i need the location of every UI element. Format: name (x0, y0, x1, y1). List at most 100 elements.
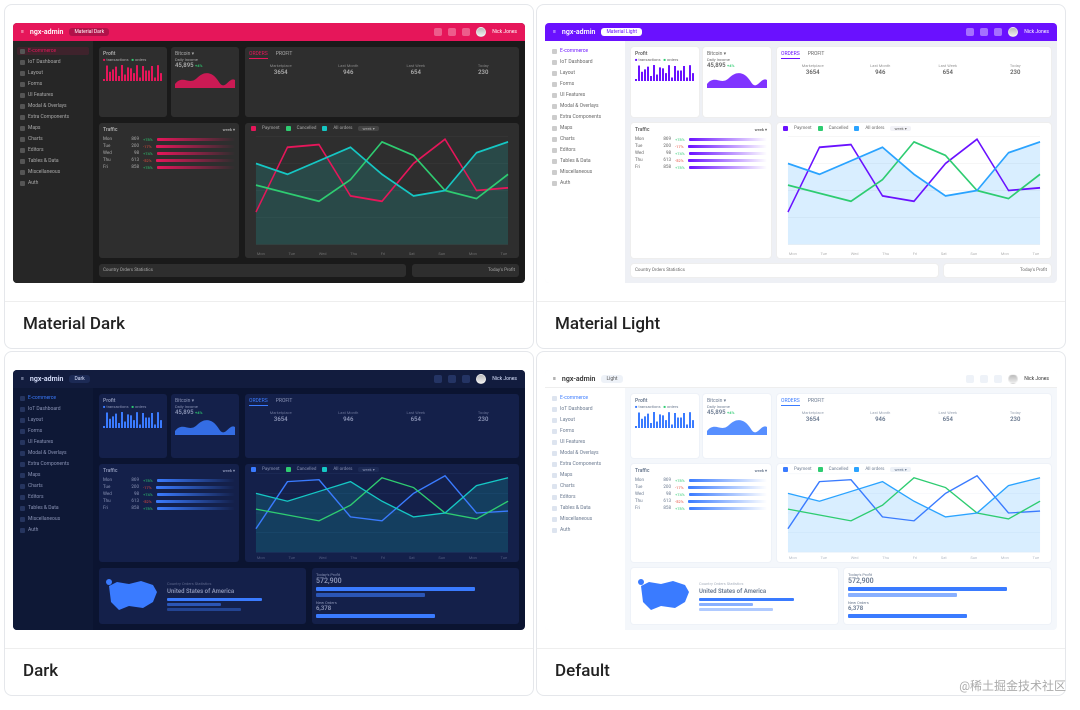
sidebar-item[interactable]: Layout (549, 69, 621, 77)
sidebar-item[interactable]: E-commerce (17, 394, 89, 402)
sidebar-item[interactable]: Charts (549, 135, 621, 143)
profit-panel: Profit ■ transactions ■ orders (99, 394, 167, 458)
avatar[interactable] (1008, 374, 1018, 384)
search-icon[interactable] (434, 28, 442, 36)
tab-orders[interactable]: ORDERS (781, 398, 800, 406)
topbar: ≡ ngx-admin Light Nick Jones (545, 370, 1057, 388)
mail-icon[interactable] (448, 28, 456, 36)
menu-icon[interactable]: ≡ (21, 376, 24, 382)
sidebar-item[interactable]: Modal & Overlays (17, 449, 89, 457)
sidebar-item[interactable]: Editors (549, 146, 621, 154)
sidebar-item[interactable]: Auth (17, 179, 89, 187)
mail-icon[interactable] (980, 375, 988, 383)
mail-icon[interactable] (448, 375, 456, 383)
bell-icon[interactable] (994, 28, 1002, 36)
sidebar-item[interactable]: Maps (549, 124, 621, 132)
sidebar-item[interactable]: Layout (17, 416, 89, 424)
sidebar-item[interactable]: Maps (17, 471, 89, 479)
tab-orders[interactable]: ORDERS (249, 51, 268, 59)
theme-card-default[interactable]: ≡ ngx-admin Light Nick Jones E-commerce I… (536, 351, 1066, 696)
sidebar-item[interactable]: Charts (17, 482, 89, 490)
sidebar-item[interactable]: Tables & Data (17, 157, 89, 165)
sidebar-item[interactable]: Tables & Data (549, 504, 621, 512)
sidebar: E-commerce IoT Dashboard Layout Forms UI Fea… (13, 41, 93, 283)
sidebar-item[interactable]: Tables & Data (549, 157, 621, 165)
sidebar-item[interactable]: Modal & Overlays (549, 102, 621, 110)
sidebar-item[interactable]: Auth (17, 526, 89, 534)
bell-icon[interactable] (994, 375, 1002, 383)
tab-profit[interactable]: PROFIT (276, 51, 293, 59)
theme-pill[interactable]: Material Dark (69, 28, 109, 36)
search-icon[interactable] (434, 375, 442, 383)
search-icon[interactable] (966, 375, 974, 383)
menu-icon[interactable]: ≡ (553, 376, 556, 382)
sidebar-item[interactable]: Forms (17, 80, 89, 88)
sidebar-item[interactable]: Auth (549, 526, 621, 534)
theme-card-material-dark[interactable]: ≡ ngx-admin Material Dark Nick Jones E-c… (4, 4, 534, 349)
sidebar-item[interactable]: Miscellaneous (17, 515, 89, 523)
theme-card-material-light[interactable]: ≡ ngx-admin Material Light Nick Jones E-… (536, 4, 1066, 349)
sidebar-item[interactable]: Tables & Data (17, 504, 89, 512)
theme-pill[interactable]: Light (601, 375, 622, 383)
stat-card: Today230 (452, 61, 516, 76)
sidebar-item[interactable]: Layout (549, 416, 621, 424)
sidebar-item[interactable]: IoT Dashboard (549, 405, 621, 413)
tab-profit[interactable]: PROFIT (808, 51, 825, 59)
sidebar-item[interactable]: E-commerce (549, 394, 621, 402)
sidebar-item[interactable]: IoT Dashboard (17, 58, 89, 66)
avatar[interactable] (476, 27, 486, 37)
tab-orders[interactable]: ORDERS (781, 51, 800, 59)
sidebar-item[interactable]: UI Features (17, 91, 89, 99)
sidebar-item[interactable]: E-commerce (17, 47, 89, 55)
sidebar-item[interactable]: Editors (17, 146, 89, 154)
menu-icon[interactable]: ≡ (21, 29, 24, 35)
sidebar-item[interactable]: Extra Components (17, 113, 89, 121)
tab-profit[interactable]: PROFIT (808, 398, 825, 406)
sidebar-item[interactable]: Extra Components (17, 460, 89, 468)
search-icon[interactable] (966, 28, 974, 36)
avatar[interactable] (1008, 27, 1018, 37)
sidebar-item[interactable]: Miscellaneous (549, 515, 621, 523)
sidebar-item[interactable]: UI Features (549, 438, 621, 446)
country-orders-panel: Country Orders Statistics (631, 264, 938, 277)
theme-card-dark[interactable]: ≡ ngx-admin Dark Nick Jones E-commerceIo… (4, 351, 534, 696)
country-orders-panel: Country Orders Statistics United States … (99, 568, 306, 624)
sidebar-item[interactable]: Forms (17, 427, 89, 435)
sidebar-item[interactable]: Forms (549, 427, 621, 435)
sidebar-item[interactable]: Editors (549, 493, 621, 501)
sidebar-item[interactable]: UI Features (549, 91, 621, 99)
tab-profit[interactable]: PROFIT (276, 398, 293, 406)
sidebar-item[interactable]: Modal & Overlays (17, 102, 89, 110)
theme-pill[interactable]: Material Light (601, 28, 642, 36)
sidebar-item[interactable]: UI Features (17, 438, 89, 446)
sidebar-item[interactable]: Layout (17, 69, 89, 77)
sidebar-item[interactable]: Maps (549, 471, 621, 479)
traffic-row: Wed98+74% (635, 491, 767, 498)
theme-pill[interactable]: Dark (69, 375, 89, 383)
menu-icon[interactable]: ≡ (553, 29, 556, 35)
tab-orders[interactable]: ORDERS (249, 398, 268, 406)
bell-icon[interactable] (462, 28, 470, 36)
sidebar-item[interactable]: E-commerce (549, 47, 621, 55)
sidebar-item[interactable]: Extra Components (549, 460, 621, 468)
sidebar-item[interactable]: Forms (549, 80, 621, 88)
sidebar-item[interactable]: Maps (17, 124, 89, 132)
sidebar-item[interactable]: IoT Dashboard (549, 58, 621, 66)
theme-thumbnail: ≡ ngx-admin Material Dark Nick Jones E-c… (13, 23, 525, 283)
orders-chart-panel: Payment Cancelled All orders week ▾ MonT… (245, 464, 519, 562)
sidebar-item[interactable]: Auth (549, 179, 621, 187)
traffic-row: Mon869+78% (635, 477, 767, 484)
sidebar-item[interactable]: Extra Components (549, 113, 621, 121)
profit-panel: Profit ■ transactions ■ orders (99, 47, 167, 117)
bitcoin-panel: Bitcoin ▾ Daily Income 45,895 +4% (703, 47, 771, 117)
mail-icon[interactable] (980, 28, 988, 36)
sidebar-item[interactable]: Modal & Overlays (549, 449, 621, 457)
sidebar-item[interactable]: Miscellaneous (549, 168, 621, 176)
bell-icon[interactable] (462, 375, 470, 383)
sidebar-item[interactable]: Editors (17, 493, 89, 501)
sidebar-item[interactable]: Charts (549, 482, 621, 490)
avatar[interactable] (476, 374, 486, 384)
sidebar-item[interactable]: Miscellaneous (17, 168, 89, 176)
sidebar-item[interactable]: IoT Dashboard (17, 405, 89, 413)
sidebar-item[interactable]: Charts (17, 135, 89, 143)
